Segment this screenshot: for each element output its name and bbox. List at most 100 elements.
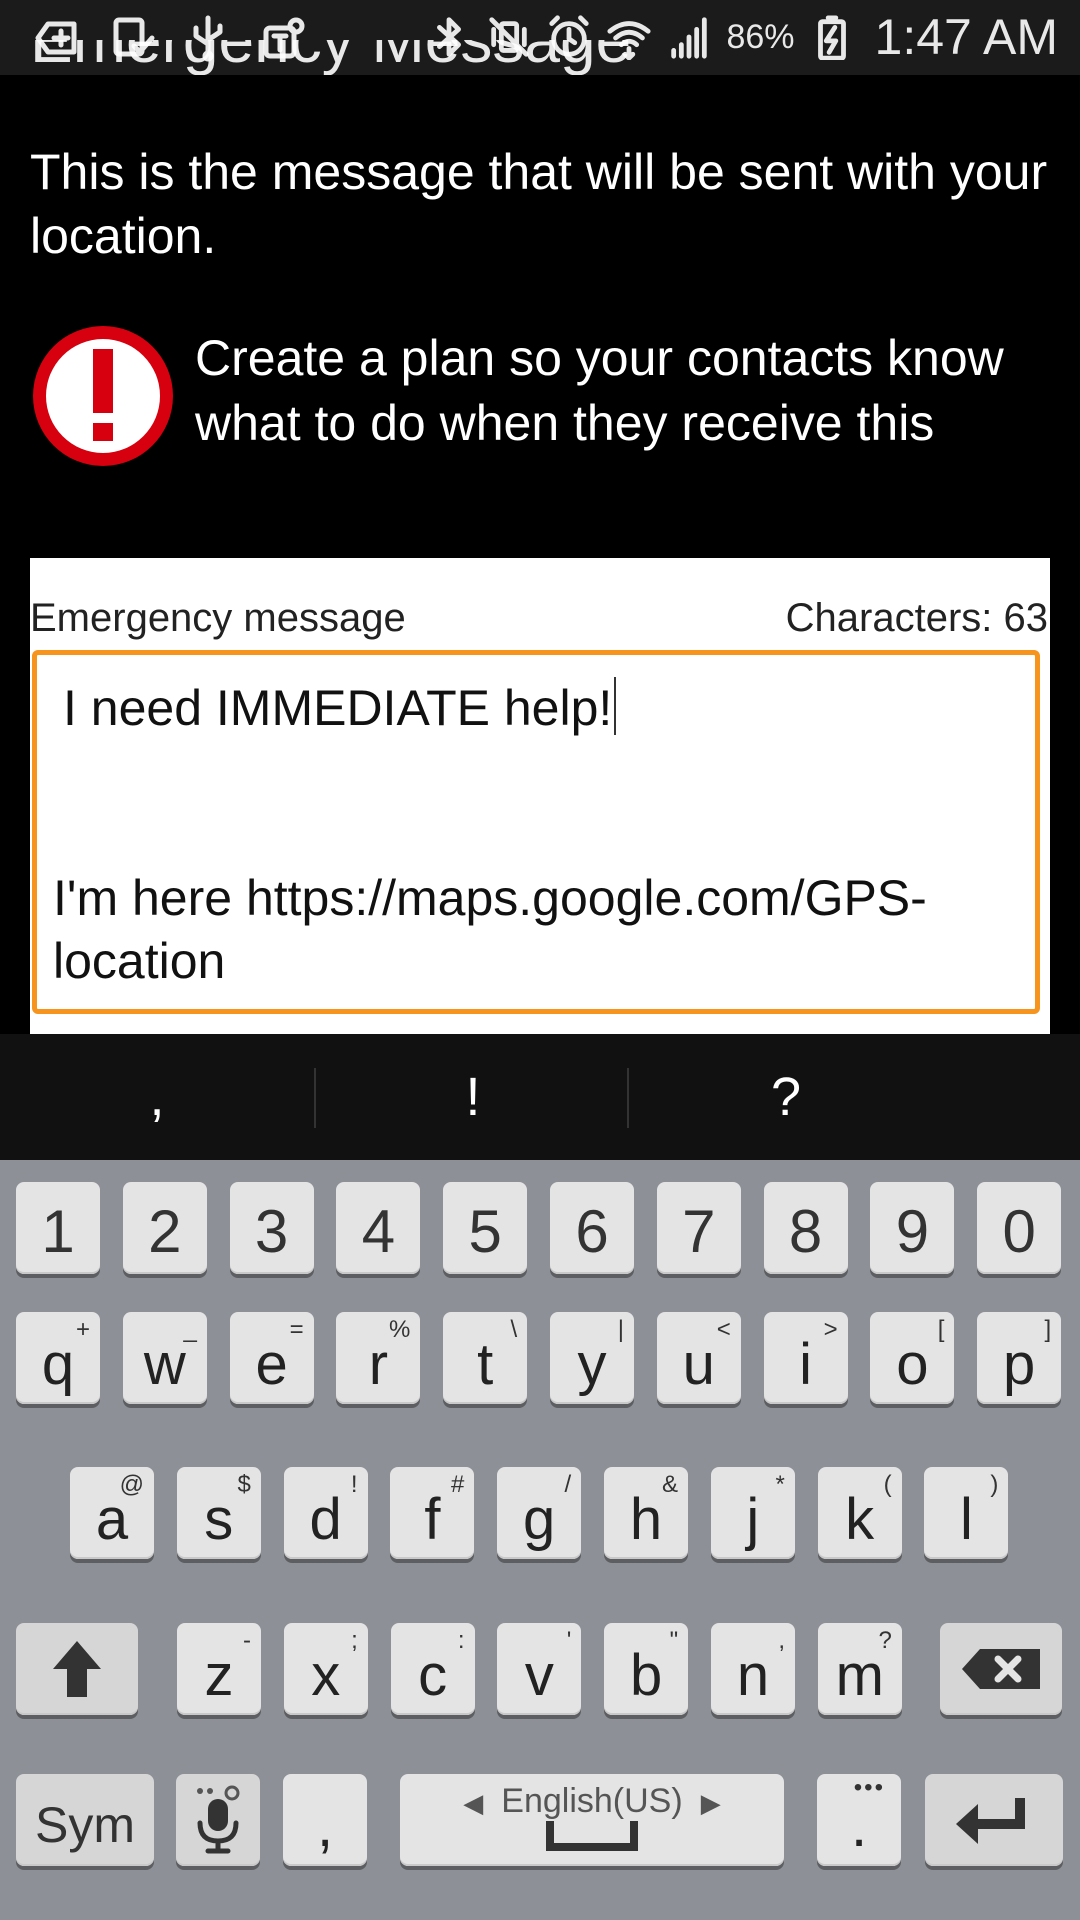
key-o-alt-label: [	[937, 1316, 945, 1343]
message-label: Emergency message	[30, 596, 406, 640]
language-prev-icon: ◀	[463, 1788, 484, 1818]
key-z[interactable]: z-	[177, 1623, 261, 1715]
key-n[interactable]: n,	[711, 1623, 795, 1715]
key-s-alt-label: $	[237, 1471, 251, 1498]
key-9-label: 9	[895, 1198, 930, 1265]
key-m[interactable]: m?	[817, 1623, 902, 1715]
sym-key-label: Sym	[35, 1797, 135, 1853]
key-3[interactable]: 3	[229, 1182, 314, 1274]
key-u[interactable]: u <	[656, 1312, 741, 1404]
key-0[interactable]: 0	[977, 1182, 1062, 1274]
key-y-alt-label: |	[617, 1316, 624, 1343]
key-4[interactable]: 4	[336, 1182, 421, 1274]
microphone-icon	[197, 1785, 240, 1854]
key-q-alt-label: +	[75, 1316, 90, 1343]
key-d[interactable]: d!	[283, 1467, 368, 1559]
backspace-icon	[962, 1649, 1040, 1689]
key-4-label: 4	[361, 1198, 396, 1265]
text-cursor	[614, 677, 617, 735]
key-e[interactable]: e =	[229, 1312, 314, 1404]
enter-key[interactable]	[925, 1774, 1063, 1866]
key-t[interactable]: t \	[443, 1312, 528, 1404]
key-h[interactable]: h &	[604, 1467, 688, 1559]
warning-text: Create a plan so your contacts know what…	[195, 330, 1004, 451]
key-6-label: 6	[575, 1198, 609, 1265]
key-g[interactable]: g /	[497, 1467, 582, 1559]
key-f[interactable]: f #	[390, 1467, 475, 1559]
key-v[interactable]: v '	[497, 1623, 582, 1715]
key-3-label: 3	[254, 1198, 289, 1265]
key-p-alt-label: ]	[1044, 1316, 1052, 1343]
key-f-alt-label: #	[451, 1471, 465, 1498]
key-k-alt-label: (	[883, 1471, 892, 1498]
key-k[interactable]: k(	[817, 1467, 902, 1559]
key-i[interactable]: i >	[763, 1312, 848, 1404]
key-x-alt-label: ;	[351, 1627, 358, 1654]
key-a[interactable]: a @	[70, 1467, 154, 1559]
key-b-alt-label: "	[669, 1627, 679, 1654]
suggestion-exclamation[interactable]: !	[316, 1034, 630, 1160]
page-title-text: Emergency Message	[30, 40, 1050, 72]
key-9[interactable]: 9	[870, 1182, 955, 1274]
period-key[interactable]: . •••	[817, 1774, 901, 1866]
suggestion-comma[interactable]: ,	[0, 1034, 314, 1160]
key-6[interactable]: 6	[550, 1182, 634, 1274]
character-count: Characters: 63	[785, 596, 1048, 640]
key-1[interactable]: 1	[16, 1182, 100, 1274]
comma-key[interactable]: ,	[283, 1774, 367, 1866]
voice-input-key[interactable]	[176, 1774, 260, 1866]
backspace-key[interactable]	[940, 1623, 1062, 1715]
key-c[interactable]: c:	[390, 1623, 475, 1715]
shift-arrow-icon	[53, 1641, 101, 1697]
language-next-icon: ▶	[700, 1788, 721, 1818]
language-name: English(US)	[501, 1782, 683, 1820]
period-key-more: •••	[853, 1774, 885, 1801]
key-s[interactable]: s $	[176, 1467, 261, 1559]
description-text: This is the message that will be sent wi…	[30, 144, 1048, 264]
comma-key-label: ,	[316, 1794, 334, 1859]
key-p[interactable]: p]	[977, 1312, 1062, 1404]
message-line-1-text: I need IMMEDIATE help!	[63, 680, 613, 736]
key-0-label: 0	[1002, 1198, 1036, 1265]
key-c-alt-label: :	[457, 1627, 465, 1654]
key-q[interactable]: q +	[16, 1312, 100, 1404]
key-o[interactable]: o[	[870, 1312, 955, 1404]
emergency-message-input[interactable]: I need IMMEDIATE help! I'm here https://…	[32, 650, 1040, 1014]
key-2[interactable]: 2	[122, 1182, 207, 1274]
key-7[interactable]: 7	[656, 1182, 741, 1274]
keyboard: 1 2 3 4 5 6 7 8 9 0 q + w _ e = r% t \ y | u < i > o[p] a @ s $ d! f #…	[0, 1160, 1080, 1920]
key-x[interactable]: x;	[283, 1623, 368, 1715]
space-key[interactable]: ◀ English(US) ▶	[400, 1774, 784, 1866]
key-8[interactable]: 8	[763, 1182, 848, 1274]
key-w[interactable]: w _	[122, 1312, 207, 1404]
key-h-alt-label: &	[661, 1471, 678, 1498]
key-1-label: 1	[41, 1198, 75, 1265]
key-l[interactable]: l)	[924, 1467, 1009, 1559]
key-5[interactable]: 5	[443, 1182, 528, 1274]
key-y[interactable]: y |	[550, 1312, 634, 1404]
key-g-alt-label: /	[564, 1471, 572, 1498]
key-8-label: 8	[788, 1198, 823, 1265]
key-7-label: 7	[682, 1198, 716, 1265]
page-title: Emergency Message	[30, 40, 1050, 75]
shift-key[interactable]	[16, 1623, 138, 1715]
key-v-alt-label: '	[566, 1627, 572, 1654]
key-i-alt-label: >	[823, 1316, 838, 1343]
key-d-alt-label: !	[350, 1471, 358, 1498]
key-j[interactable]: j *	[710, 1467, 795, 1559]
key-5-label: 5	[468, 1198, 502, 1265]
exclamation-warning-icon	[33, 326, 173, 466]
key-l-alt-label: )	[990, 1471, 999, 1498]
key-m-alt-label: ?	[878, 1627, 892, 1654]
key-j-alt-label: *	[775, 1471, 785, 1498]
enter-icon	[956, 1798, 1025, 1844]
key-r[interactable]: r%	[336, 1312, 421, 1404]
suggestion-bar: , ! ?	[0, 1034, 1080, 1160]
spacebar-icon	[546, 1820, 638, 1851]
period-key-label: .	[850, 1794, 868, 1859]
message-line-1: I need IMMEDIATE help!	[63, 677, 617, 737]
sym-key[interactable]: Sym	[16, 1774, 154, 1866]
suggestion-question[interactable]: ?	[629, 1034, 943, 1160]
key-a-alt-label: @	[119, 1471, 144, 1498]
key-b[interactable]: b "	[604, 1623, 689, 1715]
